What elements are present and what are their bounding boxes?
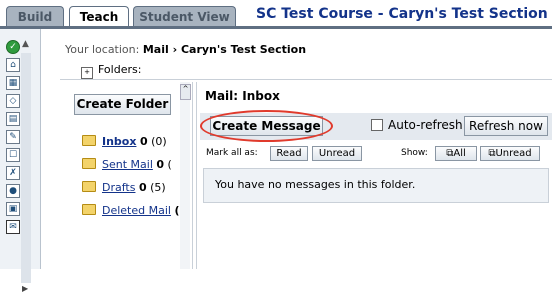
folder-drafts-total: (5) <box>150 181 166 194</box>
folder-open-icon <box>82 135 96 146</box>
toolbar-scrollbar[interactable] <box>21 53 31 283</box>
syllabus-icon[interactable]: ◇ <box>6 94 20 108</box>
tab-strip <box>0 26 552 29</box>
folder-sent-link[interactable]: Sent Mail <box>102 158 153 171</box>
folder-drafts[interactable]: Drafts 0 (5) <box>82 181 166 194</box>
home-icon[interactable]: ⌂ <box>6 58 20 72</box>
folder-sent[interactable]: Sent Mail 0 ( <box>82 158 172 171</box>
show-all-label: All <box>453 148 466 159</box>
folder-drafts-unread: 0 <box>138 181 147 194</box>
folder-pane-scrollbar[interactable]: ^ <box>180 82 191 269</box>
mark-read-button[interactable]: Read <box>270 146 308 161</box>
folder-deleted[interactable]: Deleted Mail ( <box>82 204 180 217</box>
folders-label: Folders: <box>98 63 142 76</box>
show-label: Show: <box>401 148 428 158</box>
folder-inbox[interactable]: Inbox 0 (0) <box>82 135 167 148</box>
show-unread-label: Unread <box>495 148 532 159</box>
folders-header[interactable]: + Folders: <box>81 63 141 79</box>
location-prefix: Your location: <box>65 43 140 56</box>
mark-all-label: Mark all as: <box>206 148 258 158</box>
course-tool-bar: ▲ ✓ ⌂ ▦ ◇ ▤ ✎ ☐ ✗ ● ▣ ✉ ▶ <box>0 29 41 293</box>
empty-message: You have no messages in this folder. <box>215 178 416 191</box>
divider <box>60 79 552 80</box>
learning-icon[interactable]: ✎ <box>6 130 20 144</box>
folder-inbox-link[interactable]: Inbox <box>102 135 136 148</box>
pin-icon[interactable]: ✗ <box>6 166 20 180</box>
auto-refresh-label: Auto-refresh <box>388 118 463 132</box>
breadcrumb: Your location: Mail › Caryn's Test Secti… <box>65 43 306 56</box>
folder-drafts-link[interactable]: Drafts <box>102 181 135 194</box>
create-folder-button[interactable]: Create Folder <box>74 94 171 115</box>
folder-deleted-unread: ( <box>174 204 180 217</box>
mark-unread-button[interactable]: Unread <box>312 146 362 161</box>
folder-inbox-unread: 0 <box>139 135 148 148</box>
folder-deleted-link[interactable]: Deleted Mail <box>102 204 171 217</box>
folder-sent-total: ( <box>167 158 172 171</box>
show-all-button[interactable]: ⧉All <box>435 146 477 161</box>
tab-teach[interactable]: Teach <box>69 6 129 27</box>
expand-arrow-icon[interactable]: ▶ <box>22 284 28 293</box>
create-message-button[interactable]: Create Message <box>210 116 323 136</box>
refresh-now-button[interactable]: Refresh now <box>464 116 548 136</box>
folder-icon <box>82 158 96 169</box>
folder-inbox-total: (0) <box>151 135 167 148</box>
scroll-up-icon[interactable]: ^ <box>180 84 191 100</box>
assessment-icon[interactable]: ● <box>6 184 20 198</box>
course-title: SC Test Course - Caryn's Test Section <box>256 6 548 22</box>
green-circle-icon[interactable]: ✓ <box>6 40 20 54</box>
tab-build[interactable]: Build <box>6 6 64 27</box>
content-icon[interactable]: ▤ <box>6 112 20 126</box>
grade-icon[interactable]: ▣ <box>6 202 20 216</box>
folders-toggle-icon[interactable]: + <box>81 67 93 79</box>
collapse-arrow-icon[interactable]: ▲ <box>22 39 29 49</box>
location-path: Mail › Caryn's Test Section <box>142 43 307 56</box>
top-navigation: Build Teach Student View SC Test Course … <box>0 0 552 29</box>
show-unread-button[interactable]: ⧉Unread <box>480 146 540 161</box>
calendar-icon[interactable]: ▦ <box>6 76 20 90</box>
discussion-icon[interactable]: ☐ <box>6 148 20 162</box>
mail-icon[interactable]: ✉ <box>6 220 20 234</box>
folder-icon <box>82 204 96 215</box>
folder-sent-unread: 0 <box>156 158 165 171</box>
auto-refresh-checkbox[interactable] <box>371 119 383 131</box>
tab-student-view[interactable]: Student View <box>133 6 236 27</box>
page-title: Mail: Inbox <box>205 89 280 103</box>
folder-icon <box>82 181 96 192</box>
